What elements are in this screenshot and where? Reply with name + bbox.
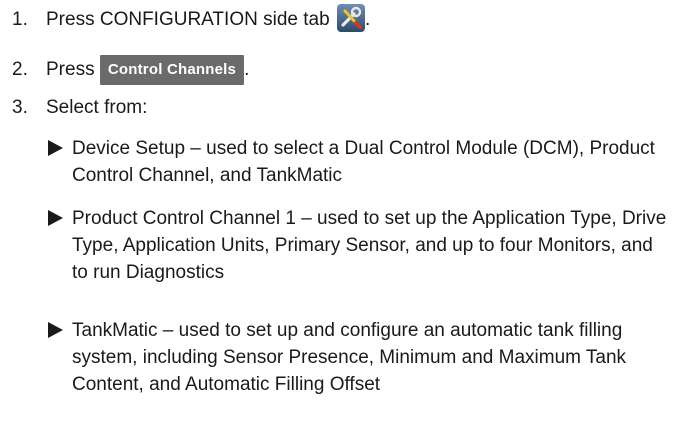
step-2: 2. Press Control Channels. xyxy=(12,55,249,85)
option-text: Product Control Channel 1 – used to set … xyxy=(72,208,667,283)
option-product-control-channel: Product Control Channel 1 – used to set … xyxy=(48,205,673,286)
step-number: 3. xyxy=(12,97,28,118)
triangle-bullet-icon xyxy=(48,322,63,338)
step-number: 2. xyxy=(12,59,28,80)
triangle-bullet-icon xyxy=(48,210,63,226)
option-device-setup: Device Setup – used to select a Dual Con… xyxy=(48,135,673,189)
option-text: TankMatic – used to set up and configure… xyxy=(72,320,627,395)
wrench-screwdriver-icon[interactable] xyxy=(336,4,365,32)
triangle-bullet-icon xyxy=(48,140,63,156)
step-number: 1. xyxy=(12,9,28,30)
step-text: Press CONFIGURATION side tab xyxy=(46,9,330,30)
option-text: Device Setup – used to select a Dual Con… xyxy=(72,138,655,186)
control-channels-button[interactable]: Control Channels xyxy=(99,55,245,85)
step-text-end: . xyxy=(364,9,371,30)
step-text: Select from: xyxy=(46,97,148,118)
step-3: 3. Select from: xyxy=(12,96,147,120)
option-tankmatic: TankMatic – used to set up and configure… xyxy=(48,317,673,398)
step-1: 1. Press CONFIGURATION side tab . xyxy=(12,4,370,32)
step-text: Press xyxy=(46,59,95,80)
step-text-end: . xyxy=(244,59,250,80)
